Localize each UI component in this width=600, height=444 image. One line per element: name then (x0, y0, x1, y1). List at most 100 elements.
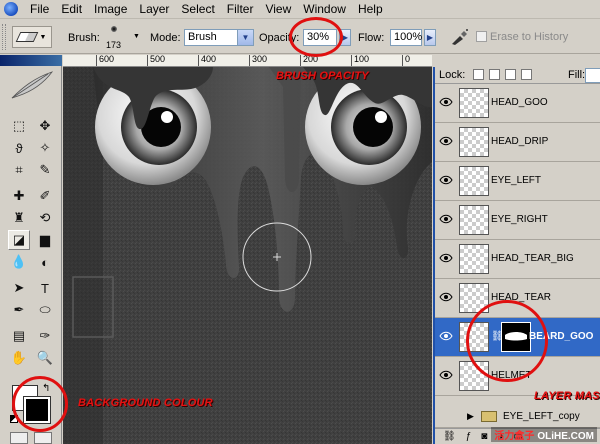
photoshop-logo-icon[interactable] (2, 1, 20, 17)
layer-row[interactable]: EYE_LEFT (435, 162, 600, 201)
menu-layer[interactable]: Layer (133, 0, 175, 19)
chevron-down-icon: ▼ (237, 30, 253, 45)
pen-icon[interactable]: ✒ (8, 300, 30, 320)
layer-name: EYE_LEFT (491, 175, 542, 186)
folder-icon (481, 411, 497, 422)
feather-logo-icon[interactable] (8, 68, 56, 102)
magic-wand-icon[interactable]: ✧ (34, 138, 56, 158)
marquee-icon[interactable]: ⬚ (8, 116, 30, 136)
menu-window[interactable]: Window (297, 0, 352, 19)
flow-value: 100% (394, 31, 423, 43)
document-canvas[interactable] (63, 67, 432, 444)
layer-thumbnail[interactable] (459, 244, 489, 274)
tool-preset-picker[interactable]: ▼ (12, 26, 52, 48)
brush-opacity-annotation: BRUSH OPACITY (276, 70, 369, 82)
crop-icon[interactable]: ⌗ (8, 160, 30, 180)
layer-thumbnail[interactable] (459, 88, 489, 118)
type-icon[interactable]: T (34, 278, 56, 298)
healing-brush-icon[interactable]: ✚ (8, 186, 30, 206)
watermark: 活力盒子 OLiHE.COM (491, 427, 597, 442)
menu-filter[interactable]: Filter (221, 0, 260, 19)
layers-lock-bar: Lock: Fill: (435, 67, 600, 84)
eye-icon[interactable] (439, 97, 453, 107)
menu-image[interactable]: Image (88, 0, 133, 19)
mode-select[interactable]: Brush ▼ (184, 29, 254, 46)
horizontal-ruler[interactable]: 700 600 500 400 300 200 100 0 (63, 55, 432, 67)
path-selection-icon[interactable]: ➤ (8, 278, 30, 298)
eye-icon[interactable] (439, 331, 453, 341)
layer-thumbnail[interactable] (459, 166, 489, 196)
photoshop-window: File Edit Image Layer Select Filter View… (0, 0, 600, 444)
shape-icon[interactable]: ⬭ (34, 300, 56, 320)
ruler-tick: 400 (198, 55, 216, 66)
layer-row[interactable]: EYE_RIGHT (435, 201, 600, 240)
eraser-icon[interactable]: ◪ (8, 230, 30, 250)
layer-thumbnail[interactable] (459, 127, 489, 157)
menu-help[interactable]: Help (352, 0, 389, 19)
move-icon[interactable]: ✥ (34, 116, 56, 136)
expand-triangle-icon[interactable]: ▶ (467, 411, 474, 422)
layer-name: EYE_RIGHT (491, 214, 548, 225)
erase-to-history-label: Erase to History (490, 31, 569, 43)
ruler-tick: 500 (147, 55, 165, 66)
lock-position-checkbox[interactable] (505, 69, 516, 80)
watermark-cn: 活力盒子 (494, 431, 535, 442)
layer-row[interactable]: HEAD_DRIP (435, 123, 600, 162)
layer-group-row[interactable]: ▶ EYE_LEFT_copy (435, 406, 600, 428)
background-colour-annotation: BACKGROUND COLOUR (78, 397, 213, 409)
lock-all-checkbox[interactable] (521, 69, 532, 80)
ruler-tick: 0 (402, 55, 410, 66)
brush-icon[interactable]: ✐ (34, 186, 56, 206)
layer-style-icon[interactable]: ƒ (466, 431, 472, 442)
brush-dropdown-icon[interactable]: ▼ (133, 33, 140, 40)
lock-label: Lock: (439, 69, 466, 81)
quick-mask-mode-icon[interactable] (34, 432, 52, 444)
airbrush-icon[interactable] (450, 28, 470, 46)
menu-select[interactable]: Select (175, 0, 220, 19)
layer-name: HEAD_TEAR_BIG (491, 253, 574, 264)
layer-row[interactable]: HEAD_GOO (435, 84, 600, 123)
options-grip[interactable] (2, 24, 6, 50)
lasso-icon[interactable]: ϑ (8, 138, 30, 158)
layer-row[interactable]: HEAD_TEAR_BIG (435, 240, 600, 279)
history-brush-icon[interactable]: ⟲ (34, 208, 56, 228)
clone-stamp-icon[interactable]: ♜ (8, 208, 30, 228)
fill-field[interactable] (585, 68, 600, 83)
artwork-illustration (63, 67, 432, 444)
ruler-tick: 600 (96, 55, 114, 66)
flow-field[interactable]: 100% (390, 29, 422, 46)
watermark-en: OLiHE.COM (537, 431, 594, 442)
lock-transparency-checkbox[interactable] (473, 69, 484, 80)
menu-view[interactable]: View (259, 0, 297, 19)
link-layers-icon[interactable]: ⛓ (443, 431, 456, 442)
dodge-icon[interactable]: ◐ (34, 252, 56, 272)
brush-preset-picker[interactable]: 173 (102, 23, 128, 51)
menu-file[interactable]: File (24, 0, 55, 19)
slice-icon[interactable]: ✎ (34, 160, 56, 180)
gradient-icon[interactable]: ▆ (34, 230, 56, 250)
add-mask-icon[interactable]: ◙ (481, 431, 487, 442)
mode-select-value: Brush (188, 31, 217, 43)
eye-icon[interactable] (439, 253, 453, 263)
toolbox-title-bar[interactable] (0, 55, 62, 66)
eyedropper-icon[interactable]: ✑ (34, 326, 56, 346)
erase-to-history-checkbox[interactable] (476, 31, 487, 42)
eye-icon[interactable] (439, 370, 453, 380)
flow-label: Flow: (358, 32, 385, 44)
notes-icon[interactable]: ▤ (8, 326, 30, 346)
ruler-tick: 100 (351, 55, 369, 66)
eye-icon[interactable] (439, 214, 453, 224)
menu-edit[interactable]: Edit (55, 0, 88, 19)
blur-icon[interactable]: 💧 (8, 252, 30, 272)
hand-icon[interactable]: ✋ (8, 348, 30, 368)
eye-icon[interactable] (439, 292, 453, 302)
eye-icon[interactable] (439, 136, 453, 146)
zoom-icon[interactable]: 🔍 (34, 348, 56, 368)
lock-image-checkbox[interactable] (489, 69, 500, 80)
layers-panel: Lock: Fill: HEAD_GOO HEAD_DRIP EYE_LEFT (433, 67, 600, 444)
flow-slider-arrow[interactable]: ▶ (424, 29, 436, 46)
standard-mode-icon[interactable] (10, 432, 28, 444)
layer-thumbnail[interactable] (459, 205, 489, 235)
eye-icon[interactable] (439, 175, 453, 185)
chevron-down-icon: ▼ (39, 33, 47, 41)
